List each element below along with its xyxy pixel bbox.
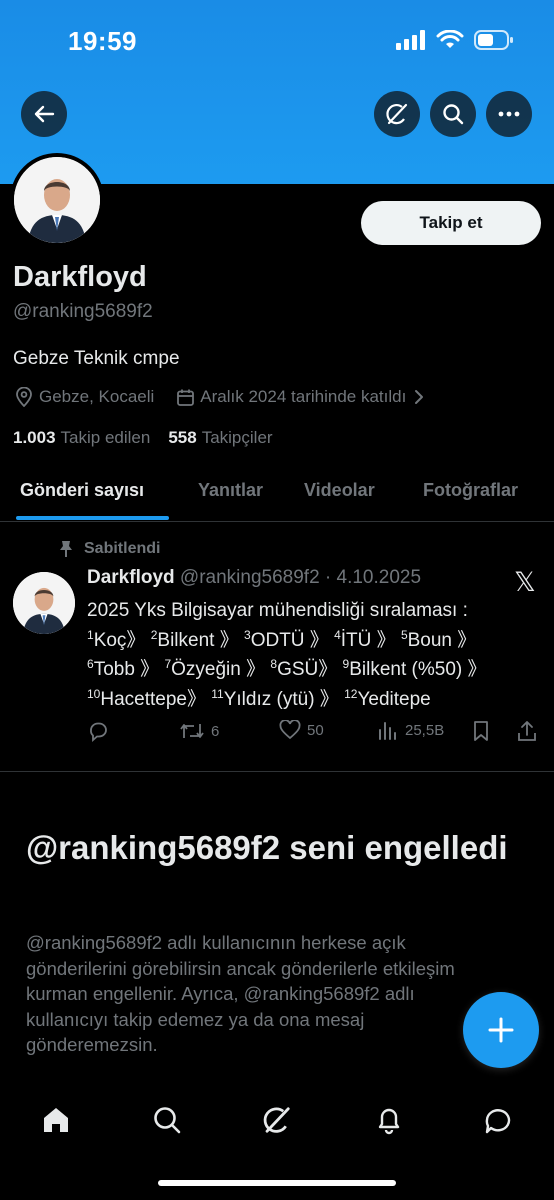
status-icons [396, 30, 514, 50]
pinned-label-row: Sabitlendi [58, 540, 160, 558]
tweet-line: 6Tobb 》 7Özyeğin 》 8GSÜ》 9Bilkent (%50) … [87, 657, 487, 680]
profile-meta: Gebze, Kocaeli Aralık 2024 tarihinde kat… [13, 386, 424, 408]
follow-counts: 1.003 Takip edilen 558 Takipçiler [13, 428, 273, 448]
retweet-button[interactable]: 6 [179, 720, 219, 742]
like-count: 50 [307, 721, 324, 739]
home-icon [44, 1108, 68, 1132]
tweet-actions: 6 50 25,5B [87, 720, 547, 746]
tweet-header: Darkfloyd @ranking5689f2 · 4.10.2025 [87, 567, 421, 589]
reply-button[interactable] [87, 720, 109, 742]
profile-avatar[interactable] [10, 153, 104, 247]
tab-posts[interactable]: Gönderi sayısı [20, 480, 144, 501]
like-button[interactable]: 50 [279, 720, 324, 740]
tab-replies[interactable]: Yanıtlar [198, 480, 263, 501]
share-icon [518, 721, 536, 741]
grok-icon [263, 1107, 290, 1133]
pin-icon [60, 541, 72, 557]
wifi-icon [436, 30, 464, 48]
bookmark-button[interactable] [472, 720, 490, 742]
nav-grok[interactable] [257, 1100, 297, 1140]
status-bar: 19:59 [0, 0, 554, 80]
view-count: 25,5B [405, 721, 445, 739]
grok-button[interactable] [374, 91, 420, 137]
avatar-image [14, 157, 100, 243]
search-icon [154, 1107, 181, 1134]
divider [0, 771, 554, 772]
views-chart-icon [379, 722, 396, 740]
active-tab-indicator [16, 516, 169, 520]
reply-icon [90, 722, 107, 742]
tweet-text: 2025 Yks Bilgisayar mühendisliği sıralam… [87, 596, 547, 714]
tweet-author-name[interactable]: Darkfloyd [87, 567, 175, 588]
views-button[interactable]: 25,5B [377, 720, 444, 740]
bell-icon [378, 1108, 400, 1135]
x-logo-icon: 𝕏 [514, 567, 536, 598]
blocked-description: @ranking5689f2 adlı kullanıcının herkese… [26, 932, 455, 1055]
tweet-line: 1Koç》 2Bilkent 》 3ODTÜ 》 4İTÜ 》 5Boun 》 [87, 627, 477, 651]
joined-date[interactable]: Aralık 2024 tarihinde katıldı [200, 387, 406, 407]
nav-search[interactable] [147, 1100, 187, 1140]
location-icon [13, 386, 35, 408]
back-button[interactable] [21, 91, 67, 137]
location-text: Gebze, Kocaeli [39, 387, 155, 406]
signal-icon [396, 30, 425, 50]
arrow-left-icon [34, 105, 55, 123]
retweet-count: 6 [211, 722, 220, 740]
tweet-avatar[interactable] [13, 572, 75, 634]
status-time: 19:59 [68, 26, 137, 56]
pinned-label: Sabitlendi [84, 540, 161, 557]
tweet-line: 10Hacettepe》 11Yıldız (ytü) 》 12Yeditepe [87, 686, 431, 710]
nav-home[interactable] [36, 1100, 76, 1140]
display-name: Darkfloyd [13, 261, 147, 293]
nav-messages[interactable] [478, 1100, 518, 1140]
more-button[interactable] [486, 91, 532, 137]
more-horizontal-icon [498, 111, 520, 117]
home-indicator [158, 1180, 396, 1186]
tab-photos[interactable]: Fotoğraflar [423, 480, 518, 501]
avatar-image [13, 572, 75, 634]
plus-icon [488, 1017, 514, 1043]
search-icon [443, 104, 464, 125]
search-button[interactable] [430, 91, 476, 137]
bookmark-icon [474, 721, 488, 741]
chevron-right-icon[interactable] [414, 389, 424, 405]
tab-videos[interactable]: Videolar [304, 480, 375, 501]
battery-icon [474, 30, 513, 50]
compose-button[interactable] [463, 992, 539, 1068]
blocked-title: @ranking5689f2 seni engelledi [26, 829, 508, 866]
heart-icon [279, 720, 301, 740]
follow-button[interactable]: Takip et [361, 201, 541, 245]
tweet-line: 2025 Yks Bilgisayar mühendisliği sıralam… [87, 600, 468, 621]
mail-icon [485, 1109, 511, 1134]
share-button[interactable] [517, 720, 537, 742]
followers-link[interactable]: 558 Takipçiler [168, 428, 272, 448]
user-handle: @ranking5689f2 [13, 301, 153, 322]
profile-bio: Gebze Teknik cmpe [13, 348, 180, 369]
tweet-meta: @ranking5689f2 · 4.10.2025 [179, 567, 422, 588]
retweet-icon [180, 724, 204, 738]
profile-tabs: Gönderi sayısı Yanıtlar Videolar Fotoğra… [0, 466, 554, 522]
calendar-icon [174, 386, 196, 408]
following-link[interactable]: 1.003 Takip edilen [13, 428, 150, 448]
grok-icon [386, 103, 408, 125]
nav-notifications[interactable] [369, 1100, 409, 1140]
